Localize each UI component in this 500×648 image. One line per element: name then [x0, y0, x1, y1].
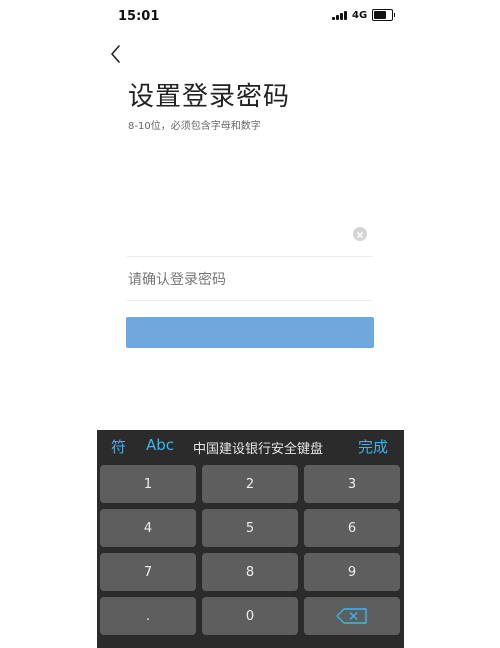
abc-toggle[interactable]: Abc	[146, 436, 174, 454]
key-dot[interactable]: .	[100, 597, 196, 635]
chevron-left-icon	[111, 45, 120, 63]
password-hint: 8-10位，必须包含字母和数字	[128, 121, 261, 132]
key-7[interactable]: 7	[100, 553, 196, 591]
clear-button[interactable]	[353, 227, 367, 241]
status-time: 15:01	[118, 9, 160, 24]
back-button[interactable]	[106, 42, 126, 66]
key-3[interactable]: 3	[304, 465, 400, 503]
password-field[interactable]	[127, 218, 373, 257]
key-2[interactable]: 2	[202, 465, 298, 503]
network-type: 4G	[352, 9, 368, 21]
keyboard-header: 符 Abc 中国建设银行安全键盘 完成	[97, 430, 404, 462]
key-0[interactable]: 0	[202, 597, 298, 635]
confirm-password-placeholder: 请确认登录密码	[128, 272, 226, 288]
backspace-icon	[336, 608, 367, 624]
done-button[interactable]: 完成	[358, 436, 388, 457]
page-title: 设置登录密码	[128, 82, 291, 112]
symbols-toggle[interactable]: 符	[111, 436, 126, 457]
close-icon	[357, 232, 363, 238]
delete-key[interactable]	[304, 597, 400, 635]
confirm-password-field[interactable]: 请确认登录密码	[127, 262, 373, 301]
submit-button[interactable]	[126, 317, 374, 348]
signal-icon	[332, 10, 347, 20]
key-4[interactable]: 4	[100, 509, 196, 547]
security-keyboard: 符 Abc 中国建设银行安全键盘 完成 1 2 3 4 5 6 7 8 9 . …	[97, 430, 404, 648]
key-5[interactable]: 5	[202, 509, 298, 547]
key-6[interactable]: 6	[304, 509, 400, 547]
keyboard-title: 中国建设银行安全键盘	[193, 442, 324, 457]
key-1[interactable]: 1	[100, 465, 196, 503]
status-bar: 15:01 4G	[0, 0, 500, 34]
status-icons: 4G	[332, 9, 396, 21]
key-9[interactable]: 9	[304, 553, 400, 591]
battery-icon	[372, 9, 396, 21]
key-8[interactable]: 8	[202, 553, 298, 591]
